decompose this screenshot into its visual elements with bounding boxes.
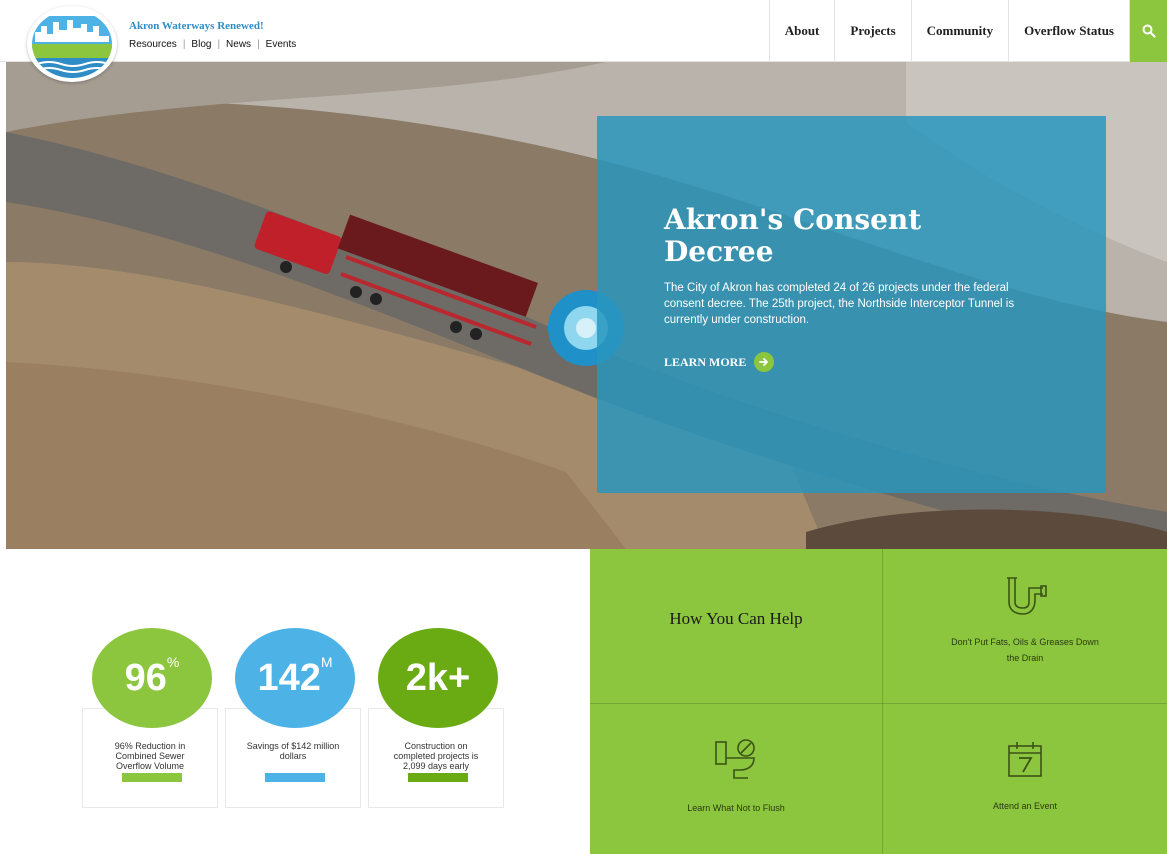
stat-suffix: M bbox=[320, 654, 333, 670]
arrow-right-icon bbox=[754, 352, 775, 372]
stat-circle: 96% bbox=[92, 628, 212, 728]
hero-description: The City of Akron has completed 24 of 26… bbox=[664, 282, 1015, 326]
nav-overflow-status[interactable]: Overflow Status bbox=[1008, 0, 1130, 62]
site-title[interactable]: Akron Waterways Renewed! bbox=[129, 20, 264, 32]
help-heading-cell: How You Can Help bbox=[590, 549, 882, 703]
learn-more-link[interactable]: LEARN MORE bbox=[664, 352, 1036, 372]
logo-emblem bbox=[32, 10, 112, 78]
utility-link-events[interactable]: Events bbox=[266, 39, 297, 50]
stat-circle: 2k+ bbox=[378, 628, 498, 728]
site-header: Akron Waterways Renewed! Resources | Blo… bbox=[0, 0, 1167, 62]
stat-bar bbox=[265, 773, 325, 782]
help-heading: How You Can Help bbox=[669, 609, 803, 628]
nav-community[interactable]: Community bbox=[910, 0, 1008, 62]
utility-link-news[interactable]: News bbox=[226, 39, 251, 50]
help-item-label: Learn What Not to Flush bbox=[687, 803, 785, 813]
help-item-flush[interactable]: Learn What Not to Flush bbox=[590, 704, 882, 854]
nav-projects[interactable]: Projects bbox=[834, 0, 910, 62]
stat-bar bbox=[122, 773, 182, 782]
stat-caption: Savings of $142 million dollars bbox=[246, 741, 340, 761]
help-item-label: Attend an Event bbox=[992, 801, 1058, 811]
help-item-label: Don't Put Fats, Oils & Greases Down the … bbox=[951, 637, 1099, 663]
separator: | bbox=[257, 39, 260, 50]
stat-number: 142 bbox=[257, 656, 321, 699]
stat-number: 2k+ bbox=[405, 656, 471, 699]
utility-link-resources[interactable]: Resources bbox=[129, 39, 177, 50]
stat-suffix: % bbox=[166, 654, 180, 670]
hero-banner: Akron's Consent Decree The City of Akron… bbox=[6, 62, 1167, 549]
utility-nav: Resources | Blog | News | Events bbox=[129, 39, 296, 50]
nav-about[interactable]: About bbox=[768, 0, 835, 62]
toilet-icon bbox=[715, 739, 755, 779]
hero-title: Akron's Consent Decree bbox=[664, 203, 922, 268]
utility-link-blog[interactable]: Blog bbox=[191, 39, 211, 50]
search-icon bbox=[1142, 24, 1156, 38]
main-nav: About Projects Community Overflow Status bbox=[768, 0, 1130, 62]
stat-caption: Construction on completed projects is 2,… bbox=[393, 741, 479, 771]
stat-number: 96 bbox=[124, 656, 167, 699]
help-grid: How You Can Help Don't Put Fats, Oils & … bbox=[590, 549, 1167, 854]
hero-panel: Akron's Consent Decree The City of Akron… bbox=[597, 116, 1106, 493]
learn-more-label: LEARN MORE bbox=[664, 354, 747, 369]
stat-circle: 142 M bbox=[235, 628, 355, 728]
separator: | bbox=[217, 39, 221, 50]
stat-bar bbox=[408, 773, 468, 782]
separator: | bbox=[182, 39, 186, 50]
help-item-event[interactable]: Attend an Event bbox=[883, 704, 1167, 854]
site-logo[interactable] bbox=[27, 6, 117, 82]
search-button[interactable] bbox=[1130, 0, 1167, 62]
pipe-icon bbox=[1007, 577, 1047, 615]
help-item-fats-oils[interactable]: Don't Put Fats, Oils & Greases Down the … bbox=[883, 549, 1167, 703]
calendar-icon bbox=[1008, 742, 1042, 777]
stat-caption: 96% Reduction in Combined Sewer Overflow… bbox=[114, 741, 186, 771]
